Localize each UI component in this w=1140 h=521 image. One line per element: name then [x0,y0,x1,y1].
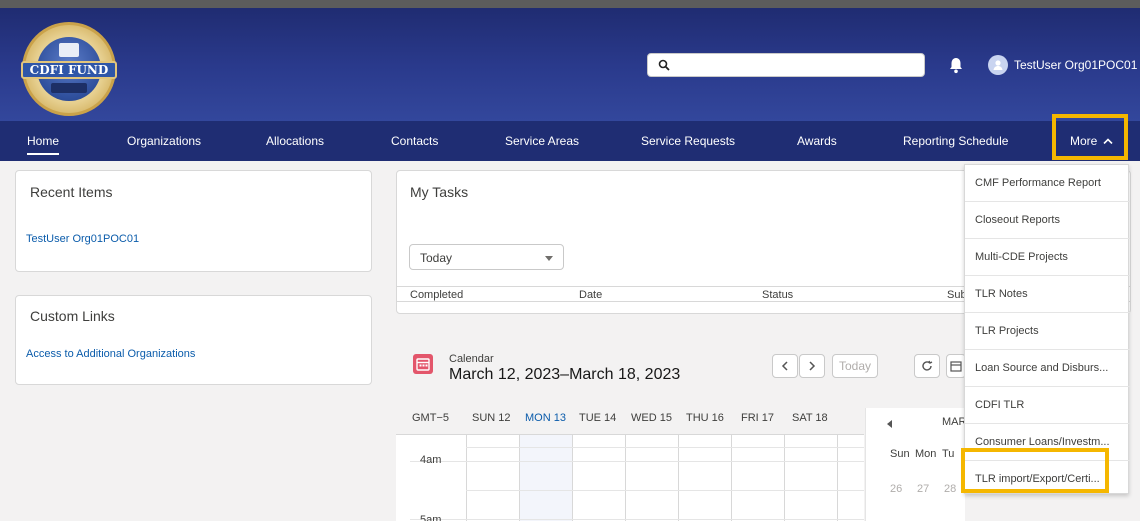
user-icon [993,60,1003,70]
nav-item-contacts[interactable]: Contacts [391,121,438,161]
day-fri[interactable]: FRI 17 [741,412,774,424]
dropdown-caret-icon [545,256,553,261]
today-button[interactable]: Today [832,354,878,378]
calendar-view-button[interactable] [946,354,966,378]
calendar-icon [413,354,433,374]
user-profile[interactable]: TestUser Org01POC01 [988,54,1137,76]
menu-item-cdfi-tlr[interactable]: CDFI TLR [965,387,1130,424]
col-date[interactable]: Date [579,289,602,301]
prev-week-button[interactable] [772,354,798,378]
custom-link-additional-orgs[interactable]: Access to Additional Organizations [26,348,195,360]
nav-item-awards[interactable]: Awards [797,121,837,161]
mini-weekday-sun: Sun [890,448,910,460]
tasks-filter-value: Today [420,251,453,265]
building-icon [59,43,79,57]
nav-item-service-areas[interactable]: Service Areas [505,121,579,161]
mini-date[interactable]: 26 [890,483,902,495]
global-header: CDFI FUND TestUser Org01POC01 [0,0,1140,121]
day-sun[interactable]: SUN 12 [472,412,511,424]
bell-icon[interactable] [948,56,964,74]
col-completed[interactable]: Completed [410,289,463,301]
more-menu: CMF Performance Report Closeout Reports … [964,164,1130,494]
search-input[interactable] [676,56,916,74]
my-tasks-title: My Tasks [410,184,469,200]
chevron-left-icon [781,361,788,371]
mini-cal-month: MAR [942,416,967,428]
mini-weekday-mon: Mon [915,448,937,460]
global-search[interactable] [647,53,925,77]
mini-date[interactable]: 28 [944,483,956,495]
main-nav: Home Organizations Allocations Contacts … [0,121,1140,161]
cdfi-fund-logo[interactable]: CDFI FUND [21,22,117,116]
nav-item-reporting-schedule[interactable]: Reporting Schedule [903,121,1008,161]
day-sat[interactable]: SAT 18 [792,412,828,424]
mini-date[interactable]: 27 [917,483,929,495]
menu-item-loan-source[interactable]: Loan Source and Disburs... [965,350,1130,387]
recent-item-link[interactable]: TestUser Org01POC01 [26,233,139,245]
custom-links-title: Custom Links [30,308,115,324]
tasks-filter-select[interactable]: Today [409,244,564,270]
logo-ribbon: CDFI FUND [21,61,117,79]
refresh-button[interactable] [914,354,940,378]
mini-calendar: MAR Sun Mon Tu 26 27 28 [865,408,967,521]
chevron-right-icon [809,361,816,371]
calendar-grid[interactable]: 4am 5am [396,434,864,521]
menu-item-tlr-notes[interactable]: TLR Notes [965,276,1130,313]
nav-item-allocations[interactable]: Allocations [266,121,324,161]
day-mon[interactable]: MON 13 [525,412,566,424]
week-header: GMT−5 SUN 12 MON 13 TUE 14 WED 15 THU 16… [396,408,856,434]
nav-item-home[interactable]: Home [27,121,60,161]
menu-item-cmf-performance-report[interactable]: CMF Performance Report [965,165,1130,202]
user-name: TestUser Org01POC01 [1014,58,1138,72]
time-4am: 4am [420,454,442,466]
menu-item-tlr-projects[interactable]: TLR Projects [965,313,1130,350]
mini-cal-prev-icon[interactable] [887,420,893,428]
calendar-small-icon [950,361,962,372]
recent-items-title: Recent Items [30,184,113,200]
calendar-label: Calendar [449,353,494,365]
refresh-icon [922,360,933,371]
nav-item-service-requests[interactable]: Service Requests [641,121,735,161]
calendar-date-range: March 12, 2023–March 18, 2023 [449,366,681,383]
day-wed[interactable]: WED 15 [631,412,672,424]
menu-item-multi-cde-projects[interactable]: Multi-CDE Projects [965,239,1130,276]
day-tue[interactable]: TUE 14 [579,412,616,424]
logo-seal: CDFI FUND [21,37,117,101]
next-week-button[interactable] [799,354,825,378]
day-thu[interactable]: THU 16 [686,412,724,424]
timezone-label: GMT−5 [412,412,449,424]
col-status[interactable]: Status [762,289,793,301]
skyline-icon [51,83,87,93]
more-highlight-box [1052,114,1128,160]
mini-weekday-tue: Tu [942,448,955,460]
menu-highlight-box [961,448,1109,493]
time-5am: 5am [420,514,442,521]
avatar [988,55,1008,75]
nav-item-organizations[interactable]: Organizations [127,121,201,161]
search-icon [658,59,670,71]
menu-item-closeout-reports[interactable]: Closeout Reports [965,202,1130,239]
